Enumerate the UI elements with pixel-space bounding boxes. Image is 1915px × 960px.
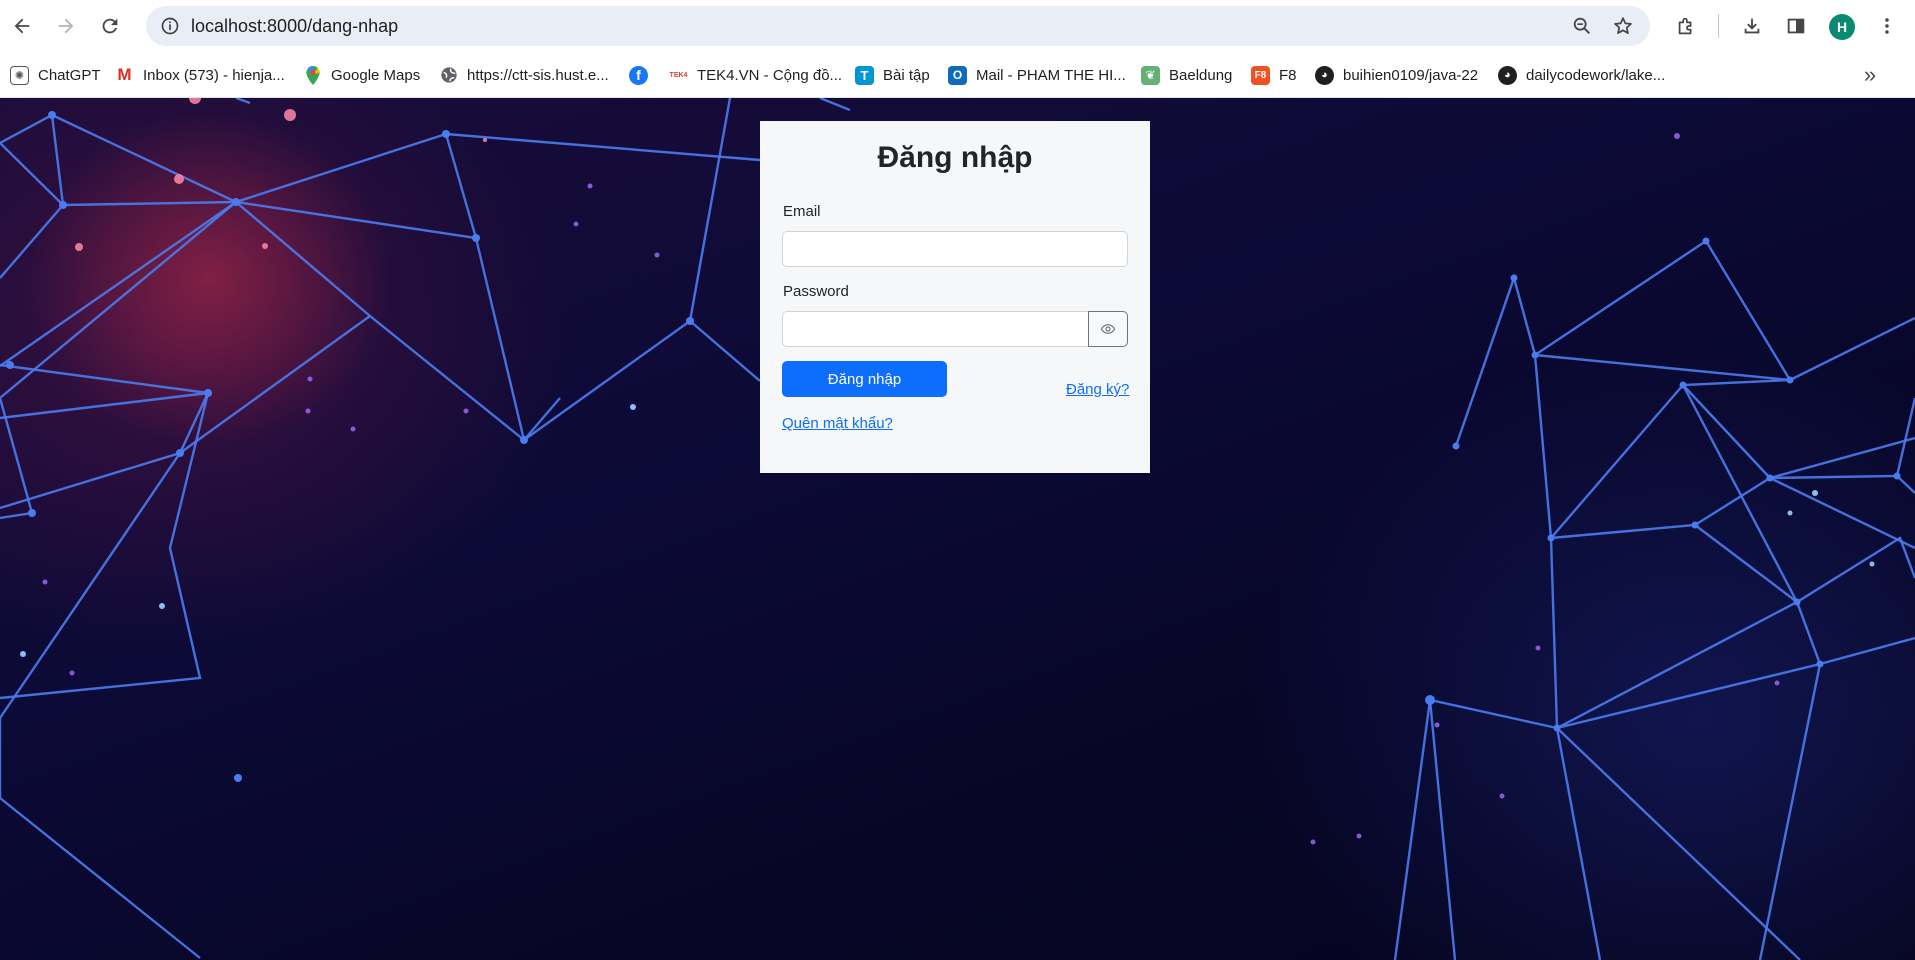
tek4-icon: TEK4 — [669, 71, 688, 79]
toggle-password-button[interactable] — [1088, 311, 1128, 347]
bookmark-chatgpt[interactable]: ✺ ChatGPT — [10, 61, 101, 89]
f8-icon: F8 — [1251, 65, 1270, 85]
side-panel-button[interactable] — [1778, 8, 1814, 44]
bookmark-label: Baeldung — [1169, 66, 1233, 84]
bookmark-label: Inbox (573) - hienja... — [143, 66, 285, 84]
bookmark-label: dailycodework/lake... — [1526, 66, 1666, 84]
zoom-icon[interactable] — [1566, 10, 1598, 42]
email-label: Email — [783, 203, 821, 220]
kebab-menu-icon — [1885, 18, 1889, 34]
extensions-button[interactable] — [1668, 8, 1704, 44]
bookmark-outlook[interactable]: O Mail - PHAM THE HI... — [948, 61, 1126, 89]
bookmark-label: Mail - PHAM THE HI... — [976, 66, 1126, 84]
bookmark-label: https://ctt-sis.hust.e... — [467, 66, 609, 84]
arrow-left-icon — [14, 18, 30, 34]
download-icon — [1744, 18, 1760, 34]
bookmark-baeldung[interactable]: ❦ Baeldung — [1141, 61, 1232, 89]
browser-menu-button[interactable] — [1869, 8, 1905, 44]
login-button[interactable]: Đăng nhập — [782, 361, 947, 397]
bookmark-github-lake[interactable]: ◕ dailycodework/lake... — [1498, 61, 1665, 89]
bookmark-label: Google Maps — [331, 66, 421, 84]
bookmark-ctt-sis[interactable]: https://ctt-sis.hust.e... — [439, 61, 609, 89]
google-maps-icon — [303, 65, 322, 85]
bookmark-facebook[interactable]: f — [629, 61, 648, 89]
bookmark-label: buihien0109/java-22 — [1343, 66, 1479, 84]
url-text[interactable]: localhost:8000/dang-nhap — [191, 6, 398, 46]
downloads-button[interactable] — [1734, 8, 1770, 44]
back-button[interactable] — [4, 8, 40, 44]
globe-icon — [439, 66, 458, 85]
github-icon: ◕ — [1315, 65, 1334, 85]
password-field[interactable] — [782, 311, 1089, 347]
forgot-password-link[interactable]: Quên mật khẩu? — [782, 415, 893, 432]
login-title: Đăng nhập — [877, 141, 1033, 174]
site-info-icon[interactable] — [154, 10, 186, 42]
toolbar-divider — [1718, 14, 1719, 38]
github-icon: ◕ — [1498, 65, 1517, 85]
bookmark-gmail[interactable]: M Inbox (573) - hienja... — [115, 61, 285, 89]
tasks-icon: T — [855, 65, 874, 85]
bookmark-bai-tap[interactable]: T Bài tập — [855, 61, 930, 89]
chatgpt-icon: ✺ — [10, 65, 29, 85]
side-panel-icon — [1787, 18, 1805, 34]
bookmarks-bar: ✺ ChatGPT M Inbox (573) - hienja... Goog… — [0, 52, 1915, 98]
forward-button[interactable] — [48, 8, 84, 44]
baeldung-icon: ❦ — [1141, 65, 1160, 85]
outlook-icon: O — [948, 65, 967, 85]
login-card: Đăng nhập Email Password Đăng nhập Đăng … — [760, 121, 1150, 473]
bookmark-label: F8 — [1279, 66, 1297, 84]
reload-button[interactable] — [92, 8, 128, 44]
arrow-right-icon — [58, 18, 74, 34]
bookmark-star-icon[interactable] — [1607, 10, 1639, 42]
bookmark-label: TEK4.VN - Cộng đồ... — [697, 66, 843, 84]
gmail-icon: M — [115, 65, 134, 85]
puzzle-icon — [1678, 17, 1692, 35]
reload-icon — [102, 18, 118, 34]
browser-toolbar: localhost:8000/dang-nhap H — [0, 0, 1915, 52]
bookmark-label: Bài tập — [883, 66, 930, 84]
password-label: Password — [783, 283, 849, 300]
facebook-icon: f — [629, 65, 648, 85]
register-link[interactable]: Đăng ký? — [1066, 381, 1129, 398]
eye-icon — [1100, 324, 1116, 334]
profile-avatar[interactable]: H — [1829, 14, 1855, 40]
bookmark-google-maps[interactable]: Google Maps — [303, 61, 420, 89]
login-page-background: Đăng nhập Email Password Đăng nhập Đăng … — [0, 98, 1915, 960]
more-bookmarks-chevron-icon[interactable]: » — [1856, 61, 1884, 89]
bookmark-tek4[interactable]: TEK4 TEK4.VN - Cộng đồ... — [669, 61, 843, 89]
bookmark-github-java22[interactable]: ◕ buihien0109/java-22 — [1315, 61, 1478, 89]
bookmark-label: ChatGPT — [38, 66, 101, 84]
bookmark-f8[interactable]: F8 F8 — [1251, 61, 1297, 89]
email-field[interactable] — [782, 231, 1128, 267]
address-bar[interactable]: localhost:8000/dang-nhap — [146, 6, 1650, 46]
